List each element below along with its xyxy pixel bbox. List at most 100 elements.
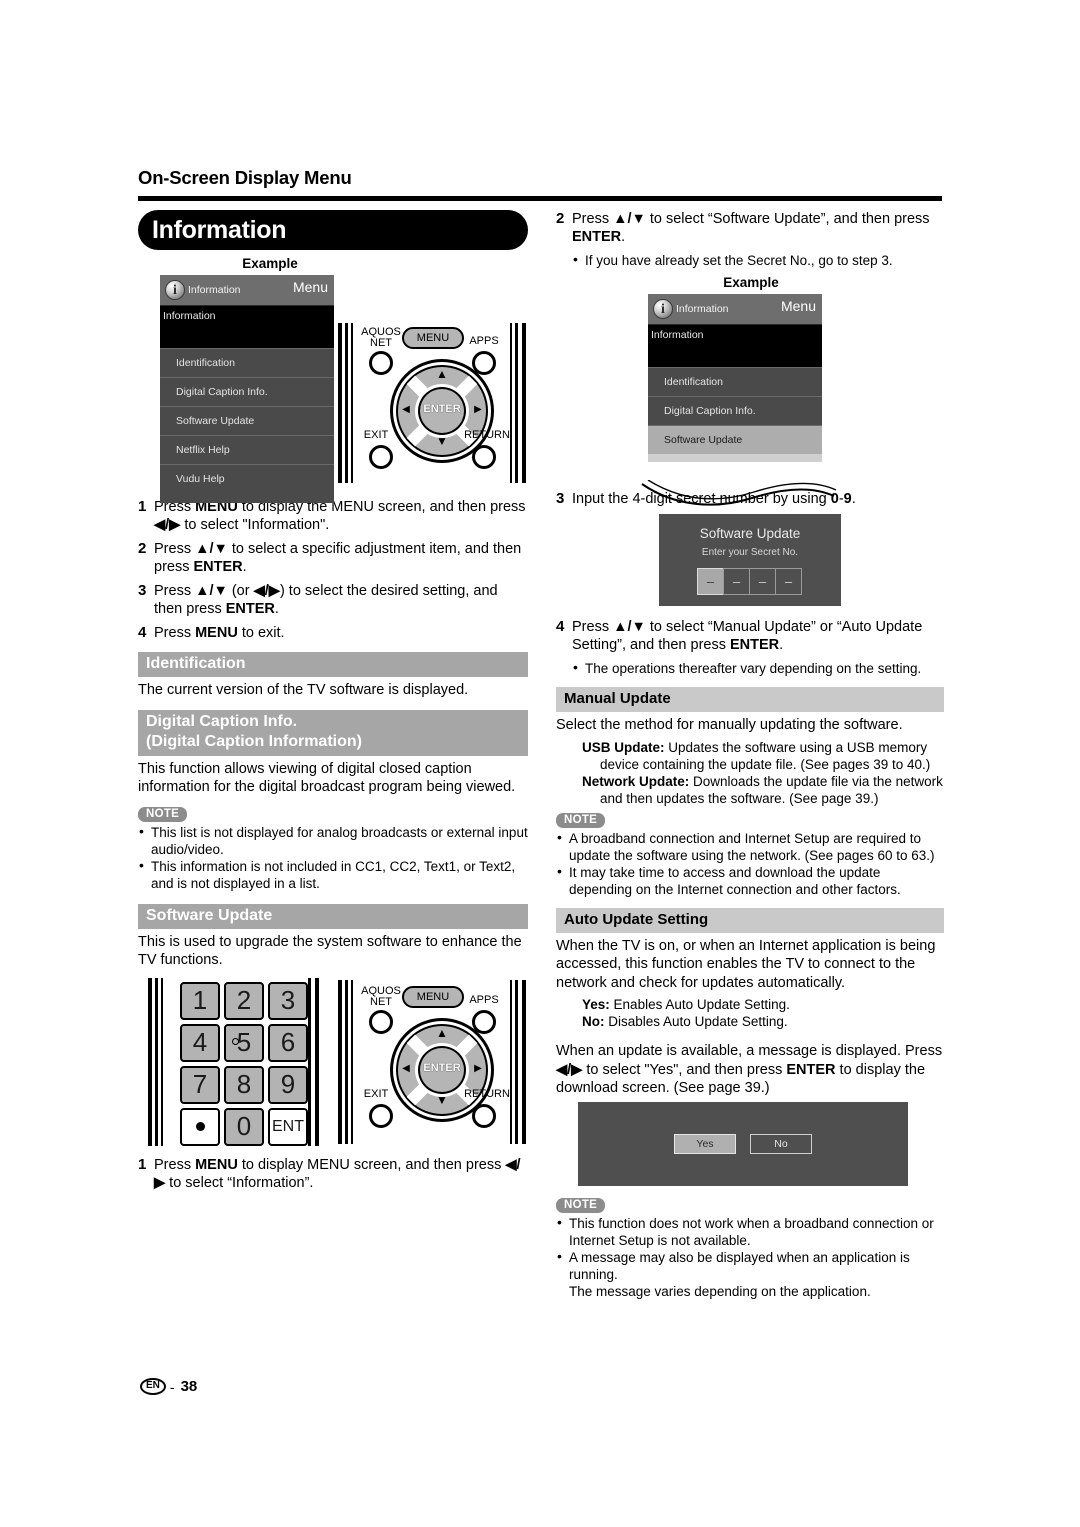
secret-dialog-subtitle: Enter your Secret No. <box>701 547 799 558</box>
remote-bezel-left-1 <box>338 323 342 483</box>
step-number: 2 <box>556 210 565 227</box>
exit-button[interactable] <box>369 445 393 469</box>
enter-label: ENTER <box>423 1061 461 1074</box>
step-text: Press ▲/▼ to select “Manual Update” or “… <box>572 619 923 653</box>
secret-digit-4[interactable]: – <box>775 568 802 595</box>
exit-label: EXIT <box>363 1087 389 1100</box>
dpad-right-arrow-icon[interactable]: ▶ <box>470 404 486 415</box>
information-icon: i <box>165 280 185 300</box>
key-7[interactable]: 7 <box>180 1065 220 1104</box>
osd-row-vudu-help[interactable]: Vudu Help <box>160 464 334 493</box>
key-4[interactable]: 4 <box>180 1023 220 1062</box>
dpad-left-arrow-icon[interactable]: ◀ <box>398 1063 414 1074</box>
step2-bullets: If you have already set the Secret No., … <box>556 251 944 269</box>
osd-row-software-update[interactable]: Software Update <box>648 425 822 454</box>
usb-update-label: USB Update: <box>582 739 665 755</box>
section-heading-identification: Identification <box>138 652 528 677</box>
aquos-net-button[interactable] <box>369 1009 393 1034</box>
no-button[interactable]: No <box>750 1133 812 1154</box>
step-text: Press MENU to exit. <box>154 625 285 641</box>
digital-caption-notes: This list is not displayed for analog br… <box>138 823 528 892</box>
auto-update-no: No: Disables Auto Update Setting. <box>556 1013 944 1030</box>
secret-digit-1[interactable]: – <box>697 568 724 595</box>
key-2[interactable]: 2 <box>224 981 264 1020</box>
step-text: Press ▲/▼ to select a specific adjustmen… <box>154 541 522 575</box>
osd-black-header: Information <box>160 306 334 348</box>
exit-button[interactable] <box>369 1103 393 1128</box>
key-6[interactable]: 6 <box>268 1023 308 1062</box>
key-8[interactable]: 8 <box>224 1065 264 1104</box>
return-button[interactable] <box>472 1103 496 1128</box>
note-item-extra: The message varies depending on the appl… <box>569 1283 871 1299</box>
secret-digit-3[interactable]: – <box>749 568 776 595</box>
enter-label: ENTER <box>423 403 461 415</box>
dpad-up-arrow-icon[interactable]: ▲ <box>432 1027 452 1039</box>
aquos-net-button[interactable] <box>369 351 393 375</box>
dpad-left-arrow-icon[interactable]: ◀ <box>398 404 414 415</box>
yes-button[interactable]: Yes <box>674 1133 736 1154</box>
step4-bullets: The operations thereafter vary depending… <box>556 659 944 677</box>
software-update-body: This is used to upgrade the system softw… <box>138 933 522 969</box>
no-text: Disables Auto Update Setting. <box>608 1014 788 1029</box>
osd-row-identification[interactable]: Identification <box>160 348 334 377</box>
osd-bottom-pad <box>160 493 334 503</box>
secret-number-dialog: Software Update Enter your Secret No. – … <box>659 514 841 606</box>
example-label-left: Example <box>242 256 298 271</box>
key-dot[interactable] <box>180 1107 220 1146</box>
dpad-right-arrow-icon[interactable]: ▶ <box>470 1063 486 1074</box>
header-rule <box>138 196 942 201</box>
note-item: A broadband connection and Internet Setu… <box>556 829 944 864</box>
keypad-bezel-right-2 <box>315 977 319 1146</box>
key-1[interactable]: 1 <box>180 981 220 1020</box>
osd-menu-panel-left: i Information Menu Information Identific… <box>160 275 334 503</box>
torn-edge-icon <box>641 480 837 506</box>
bullet-item: If you have already set the Secret No., … <box>572 251 944 269</box>
key-ent[interactable]: ENT <box>268 1107 308 1146</box>
section-heading-manual-update: Manual Update <box>556 687 944 712</box>
page-number: 38 <box>180 1378 198 1395</box>
osd-row-identification[interactable]: Identification <box>648 367 822 396</box>
osd-row-digital-caption-info[interactable]: Digital Caption Info. <box>648 396 822 425</box>
bullet-item: The operations thereafter vary depending… <box>572 659 944 677</box>
dpad-down-arrow-icon[interactable]: ▼ <box>432 435 452 447</box>
step-text: Press ▲/▼ (or ◀/▶) to select the desired… <box>154 583 498 617</box>
key-0[interactable]: 0 <box>224 1107 264 1146</box>
section-banner-information: Information <box>138 210 528 250</box>
dot-icon <box>195 1122 205 1131</box>
left-step-list: 1 Press MENU to display the MENU screen,… <box>138 498 528 642</box>
key-5-dot-icon <box>232 1037 239 1045</box>
yes-no-dialog: Yes No <box>578 1101 908 1186</box>
key-5-label: 5 <box>236 1027 252 1057</box>
dpad-down-arrow-icon[interactable]: ▼ <box>432 1094 452 1106</box>
osd-row-digital-caption-info[interactable]: Digital Caption Info. <box>160 377 334 406</box>
example-label-right: Example <box>723 275 779 290</box>
remote2-bezel-right-3 <box>522 979 526 1144</box>
step-number: 4 <box>138 624 147 641</box>
footer-dash: - <box>169 1378 175 1395</box>
key-3[interactable]: 3 <box>268 981 308 1020</box>
remote-bezel-right-3 <box>522 323 526 483</box>
remote-dpad-diagram-2: AQUOS NET MENU APPS ENTER ▲ ▼ ◀ ▶ EXIT R… <box>338 979 528 1148</box>
yes-label: Yes: <box>582 997 610 1012</box>
key-5[interactable]: 5 <box>224 1023 264 1062</box>
key-9[interactable]: 9 <box>268 1065 308 1104</box>
menu-button[interactable]: MENU <box>402 985 464 1008</box>
osd-title-bar: i Information Menu <box>160 275 334 306</box>
menu-button[interactable]: MENU <box>402 327 464 349</box>
apps-label: APPS <box>469 993 499 1006</box>
exit-label: EXIT <box>363 429 389 441</box>
note-item-text: A message may also be displayed when an … <box>569 1249 910 1282</box>
step-item: 2 Press ▲/▼ to select a specific adjustm… <box>138 540 528 576</box>
step-number: 1 <box>138 498 147 515</box>
secret-digit-2[interactable]: – <box>723 568 750 595</box>
keypad-bezel-left-3 <box>161 977 163 1146</box>
digital-caption-heading-line2: (Digital Caption Information) <box>146 732 362 750</box>
step-number: 2 <box>138 540 147 557</box>
return-label: RETURN <box>464 1087 510 1100</box>
dpad-up-arrow-icon[interactable]: ▲ <box>432 368 452 380</box>
left-column: Information Example i Information Menu I… <box>138 210 528 1198</box>
aquos-net-label-line1: AQUOS <box>361 984 401 997</box>
osd-row-netflix-help[interactable]: Netflix Help <box>160 435 334 464</box>
return-button[interactable] <box>472 445 496 469</box>
osd-row-software-update[interactable]: Software Update <box>160 406 334 435</box>
